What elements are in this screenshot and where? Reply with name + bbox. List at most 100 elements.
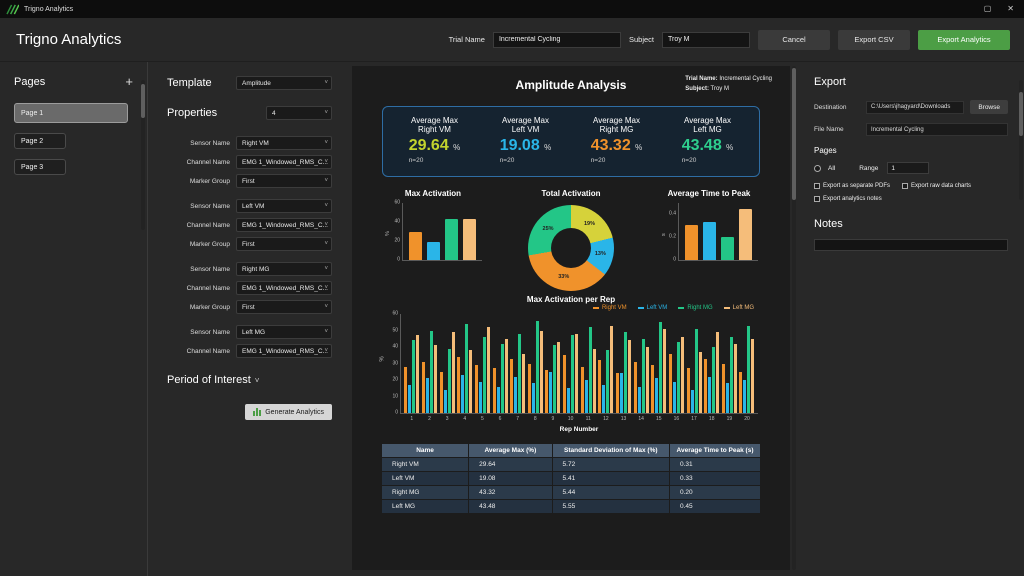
chart-bar	[465, 324, 468, 413]
stat-value: 43.48 %	[682, 138, 734, 154]
property-row: Channel Name EMG 1_Windowed_RMS_C...	[167, 344, 332, 358]
property-row: Marker GroupFirst	[167, 174, 332, 188]
y-tick: 60	[394, 201, 400, 206]
page-item[interactable]: Page 3	[14, 159, 66, 175]
bar-group: 17	[687, 314, 702, 413]
stat-card: Average MaxRight VM29.64 %n=20	[389, 116, 480, 167]
table-header-cell: Name	[382, 444, 469, 458]
sensor-group: Sensor NameLeft VMChannel NameEMG 1_Wind…	[167, 199, 332, 251]
channel-name-dropdown[interactable]: EMG 1_Windowed_RMS_C...	[236, 155, 332, 169]
marker-group-dropdown[interactable]: First	[236, 237, 332, 251]
channel-name-dropdown[interactable]: EMG 1_Windowed_RMS_C...	[236, 281, 332, 295]
x-tick: 3	[446, 416, 449, 422]
maximize-icon[interactable]: ▢	[984, 5, 992, 13]
browse-button[interactable]: Browse	[970, 100, 1008, 114]
chart-bar	[457, 357, 460, 413]
bar-group: 6	[493, 314, 508, 413]
legend-label: Left VM	[647, 305, 668, 311]
stat-subtitle: Left VM	[480, 125, 571, 134]
channel-name-dropdown[interactable]: EMG 1_Windowed_RMS_C...	[236, 218, 332, 232]
template-dropdown[interactable]: Amplitude	[236, 76, 332, 90]
chart-bar	[412, 340, 415, 413]
chart-bar	[677, 342, 680, 413]
chart-bar	[536, 321, 539, 413]
chart-bar	[638, 387, 641, 413]
channel-name-dropdown[interactable]: EMG 1_Windowed_RMS_C...	[236, 344, 332, 358]
chart-bar	[445, 219, 458, 260]
pages-all-radio[interactable]	[814, 165, 821, 172]
property-count-dropdown[interactable]: 4	[266, 106, 332, 120]
stat-unit: %	[635, 143, 642, 152]
chart-bar	[708, 377, 711, 413]
close-icon[interactable]: ✕	[1007, 5, 1014, 13]
legend-swatch	[638, 307, 644, 309]
export-scrollbar[interactable]	[1019, 80, 1023, 200]
add-page-icon[interactable]: +	[125, 74, 133, 89]
export-analytics-notes-checkbox[interactable]: Export analytics notes	[814, 196, 882, 202]
chart-bar	[440, 372, 443, 413]
x-tick: 6	[499, 416, 502, 422]
report-panel: Amplitude Analysis Trial Name: Increment…	[352, 66, 790, 570]
bar-group: 15	[651, 314, 666, 413]
chart-bar	[426, 378, 429, 413]
destination-path: C:\Users\jhagyard\Downloads	[866, 101, 964, 114]
chart-bar	[616, 373, 619, 413]
marker-group-dropdown[interactable]: First	[236, 174, 332, 188]
sensor-name-dropdown[interactable]: Left MG	[236, 325, 332, 339]
marker-group-dropdown[interactable]: First	[236, 300, 332, 314]
chart-bar	[624, 332, 627, 413]
chart-bar	[430, 331, 433, 414]
chart-bar	[663, 329, 666, 413]
cancel-button[interactable]: Cancel	[758, 30, 830, 50]
bar-group: 5	[475, 314, 490, 413]
generate-analytics-button[interactable]: Generate Analytics	[245, 404, 332, 420]
donut-slice-label: 33%	[558, 274, 569, 280]
chart-bar	[585, 380, 588, 413]
sensor-name-dropdown[interactable]: Left VM	[236, 199, 332, 213]
export-analytics-button[interactable]: Export Analytics	[918, 30, 1010, 50]
stat-subtitle: Right MG	[571, 125, 662, 134]
chart-bar	[493, 368, 496, 413]
report-scrollbar[interactable]	[792, 66, 796, 570]
x-tick: 5	[481, 416, 484, 422]
y-axis-label: s	[661, 228, 667, 236]
stat-title: Average Max	[389, 116, 480, 125]
titlebar-app-name: Trigno Analytics	[24, 6, 73, 13]
page-item[interactable]: Page 2	[14, 133, 66, 149]
analytics-icon	[253, 408, 261, 416]
period-of-interest-header[interactable]: Period of Interest˅	[167, 374, 332, 386]
x-tick: 10	[568, 416, 574, 422]
table-cell: 0.31	[670, 458, 761, 472]
x-tick: 17	[691, 416, 697, 422]
subject-label: Subject	[629, 35, 654, 44]
export-csv-button[interactable]: Export CSV	[838, 30, 910, 50]
bar-group: 14	[634, 314, 649, 413]
chart-bar	[532, 383, 535, 413]
subject-input[interactable]	[662, 32, 750, 48]
sensor-group: Sensor NameRight VMChannel NameEMG 1_Win…	[167, 136, 332, 188]
file-name-input[interactable]: Incremental Cycling	[866, 123, 1008, 136]
legend-label: Right MG	[687, 305, 712, 311]
chart-bar	[434, 345, 437, 413]
chart-bar	[716, 332, 719, 413]
chart-bar	[734, 344, 737, 413]
trial-name-input[interactable]	[493, 32, 621, 48]
pages-range-input[interactable]	[887, 162, 929, 174]
property-label: Sensor Name	[190, 266, 230, 273]
property-label: Sensor Name	[190, 329, 230, 336]
notes-input[interactable]	[814, 239, 1008, 251]
legend-item: Right VM	[593, 305, 627, 311]
sensor-name-dropdown[interactable]: Right MG	[236, 262, 332, 276]
property-row: Sensor Name Right MG	[167, 262, 332, 276]
chart-bar	[575, 334, 578, 413]
page-item[interactable]: Page 1	[14, 103, 128, 123]
property-row: Channel NameEMG 1_Windowed_RMS_C...	[167, 218, 332, 232]
chart-bar	[739, 372, 742, 413]
export-raw-data-charts-checkbox[interactable]: Export raw data charts	[902, 183, 971, 189]
stat-unit: %	[453, 143, 460, 152]
pages-scrollbar[interactable]	[141, 80, 145, 230]
sensor-name-dropdown[interactable]: Right VM	[236, 136, 332, 150]
export-separate-pdfs-checkbox[interactable]: Export as separate PDFs	[814, 183, 890, 189]
chart-bar	[721, 237, 734, 260]
property-label: Channel Name	[187, 348, 230, 355]
